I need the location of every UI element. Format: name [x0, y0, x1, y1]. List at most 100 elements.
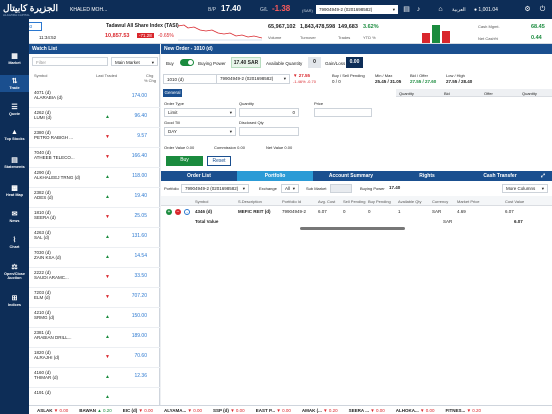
- row-symbol: 4262 (d) LUMI (d): [34, 110, 52, 120]
- menu-icon[interactable]: ▤: [402, 5, 411, 14]
- buy-button[interactable]: Buy: [166, 156, 203, 166]
- portfolio-cell: 6.07: [318, 209, 327, 214]
- tab-account-summary[interactable]: Account Summary: [313, 171, 389, 181]
- cash-mgmt-label: Cash Mgmt.: [478, 24, 500, 29]
- more-columns-value: More Columns: [506, 186, 536, 191]
- watch-list-row[interactable]: 7030 (d)ZAIN KSA (d) ▲ 14.54 0.040.28%: [29, 248, 183, 268]
- nav-auction[interactable]: ⚖ Open/Close Auction: [0, 263, 29, 280]
- nav-trade[interactable]: ⇅ Trade: [0, 75, 29, 92]
- turnover-label: Turnover: [300, 35, 316, 40]
- lowhigh-label: Low / High: [446, 73, 465, 78]
- logout-icon[interactable]: ⏻: [538, 5, 547, 14]
- nav-news[interactable]: ✉ News: [0, 210, 29, 223]
- watch-list-row[interactable]: 1820 (d)ALRAJHI (d) ▼ 70.60 -0.30-0.42%: [29, 348, 183, 368]
- buy-sell-toggle[interactable]: [180, 59, 194, 66]
- nav-heat-map[interactable]: ▩ Heat Map: [0, 184, 29, 197]
- watch-list-row[interactable]: 4160 (d)THIMAR (d) ▲ 12.36 0.060.49%: [29, 368, 183, 388]
- watch-list-row[interactable]: 4210 (d)SRMG (d) ▲ 150.00 5.003.45%: [29, 308, 183, 328]
- home-icon[interactable]: ⌂: [436, 5, 445, 14]
- ticker-item[interactable]: SEERA ... ▼ 0.00: [349, 406, 385, 413]
- nav-indices[interactable]: ⊞ Indices: [0, 294, 29, 307]
- ticker-item[interactable]: ALYAMA... ▼ 0.00: [164, 406, 202, 413]
- tab-general[interactable]: General: [163, 89, 182, 97]
- nav-statements[interactable]: ▤ Statements: [0, 156, 29, 169]
- expand-icon[interactable]: ⤢: [536, 171, 550, 181]
- ticker-item[interactable]: FITNES... ▼ 0.20: [446, 406, 482, 413]
- top-stocks-icon: ▲: [11, 129, 18, 136]
- last-change: -1.46% -0.70: [293, 79, 316, 84]
- price-input[interactable]: [314, 108, 372, 117]
- more-columns-select[interactable]: More Columns ▾: [502, 184, 548, 193]
- watch-list-filter[interactable]: Filter: [32, 57, 108, 66]
- ticker-item[interactable]: AMAK (... ▼ 0.20: [302, 406, 338, 413]
- watch-list-row[interactable]: 2380 (d)PETRO RABIGH ... ▼ 9.57 -0.39-3.…: [29, 128, 183, 148]
- order-account-select[interactable]: 79904949-2 (0201698582) ▾: [216, 74, 290, 84]
- portfolio-col: S.Description: [238, 199, 262, 204]
- watch-list-row[interactable]: 2381 (d)ARABIAN DRILL... ▲ 189.00 1.600.…: [29, 328, 183, 348]
- portfolio-col: Available Qty: [398, 199, 422, 204]
- account-name[interactable]: KHALED MOH...: [70, 7, 107, 13]
- market-select[interactable]: Main Market ▾: [111, 57, 158, 66]
- watch-list-row[interactable]: 7040 (d)ATHEEB TELECO... ▼ 166.40 -1.80-…: [29, 148, 183, 168]
- watch-list-row[interactable]: 2222 (d)SAUDI ARAMC... ▼ 33.50 -0.05-0.1…: [29, 268, 183, 288]
- ticker-item[interactable]: BAWAN ▲ 0.20: [79, 406, 112, 413]
- quantity-input[interactable]: 0: [239, 108, 299, 117]
- watch-list-row[interactable]: 4263 (d)SAL (d) ▲ 131.60 1.401.08%: [29, 228, 183, 248]
- ticker-symbol: SSP (d): [213, 407, 229, 413]
- watch-list-row[interactable]: 4262 (d)LUMI (d) ▲ 96.40 1.501.58%: [29, 108, 183, 128]
- ticker-value: 0.20: [328, 407, 338, 413]
- order-value-label: Order Value: [164, 145, 186, 150]
- buy-row-icon[interactable]: +: [166, 209, 172, 215]
- ticker-item[interactable]: ASLAK ▼ 0.00: [37, 406, 68, 413]
- market-breadth-bars: [422, 25, 450, 43]
- submarket-select[interactable]: [330, 184, 352, 193]
- details-row-icon[interactable]: ›: [184, 209, 190, 215]
- order-type-value: Limit: [168, 110, 178, 115]
- nav-market[interactable]: ▦ Market: [0, 52, 29, 65]
- bell-icon[interactable]: ♪: [414, 5, 423, 14]
- exchange-select[interactable]: All ▾: [281, 184, 299, 193]
- tab-order-list[interactable]: Order List: [161, 171, 237, 181]
- account-select[interactable]: 79904949-2 (0201698582) ▾: [316, 5, 398, 14]
- minmax-value: 25.45 / 31.05: [375, 79, 402, 84]
- ticker-value: 0.00: [425, 407, 435, 413]
- ticker-item[interactable]: EIC (d) ▼ 0.00: [123, 406, 153, 413]
- reset-button[interactable]: Reset: [207, 156, 231, 166]
- nav-label: Top Stocks: [4, 137, 25, 141]
- index-title[interactable]: Tadawul All Share Index (TASI): [106, 23, 179, 29]
- ticker-item[interactable]: ALHOKA... ▼ 0.00: [396, 406, 435, 413]
- col-pct: % Chg: [144, 78, 157, 83]
- nav-quote[interactable]: ☰ Quote: [0, 103, 29, 116]
- watch-list-row[interactable]: 2382 (d)ADES (d) ▲ 19.40 0.140.73%: [29, 188, 183, 208]
- good-till-select[interactable]: DAY ▾: [164, 127, 236, 136]
- quote-icon: ☰: [11, 104, 18, 111]
- watch-list-row[interactable]: 4071 (d) ALARABIA (d) 174.00: [29, 88, 160, 108]
- last-price: ▼ 27.55: [293, 73, 310, 78]
- disclosed-qty-input[interactable]: [239, 127, 299, 136]
- gear-icon[interactable]: ⚙: [523, 5, 532, 14]
- nav-top-stocks[interactable]: ▲ Top Stocks: [0, 129, 29, 141]
- tab-cash-transfer[interactable]: Cash Transfer: [465, 171, 535, 181]
- ticker-item[interactable]: SSP (d) ▼ 0.00: [213, 406, 245, 413]
- col-symbol: Symbol: [34, 73, 48, 78]
- watch-list-row[interactable]: 4290 (d)ALKHALEEJ TRNG (d) ▲ 118.00 2.00…: [29, 168, 183, 188]
- nav-label: Statements: [4, 165, 25, 169]
- market-clock: 11:34:52: [39, 35, 57, 40]
- tab-portfolio[interactable]: Portfolio: [237, 171, 313, 181]
- portfolio-select[interactable]: 79904949-2 (0201698582) ▾: [181, 184, 249, 193]
- watch-list-row[interactable]: 1810 (d)SEERA (d) ▼ 25.05 -0.15-0.60%: [29, 208, 183, 228]
- watch-list-row[interactable]: 7203 (d)ELM (d) ▼ 707.20 -14.60-2.02%: [29, 288, 183, 308]
- horizontal-scrollbar[interactable]: [300, 227, 405, 230]
- order-type-select[interactable]: Limit ▾: [164, 108, 236, 117]
- nav-chart[interactable]: ⌇ Chart: [0, 236, 29, 249]
- index-percent: -0.65%: [158, 33, 174, 39]
- language-toggle[interactable]: العربية: [452, 7, 466, 13]
- portfolio-col: Portfolio Id: [282, 199, 302, 204]
- sell-row-icon[interactable]: −: [175, 209, 181, 215]
- avail-qty-value: 0: [308, 57, 321, 68]
- ob-col-bid: Bid: [444, 91, 450, 96]
- ticker-symbol: FITNES...: [445, 407, 466, 413]
- ticker-item[interactable]: EAST P... ▼ 0.00: [256, 406, 291, 413]
- tab-rights[interactable]: Rights: [389, 171, 465, 181]
- commission-label: Commission: [214, 145, 237, 150]
